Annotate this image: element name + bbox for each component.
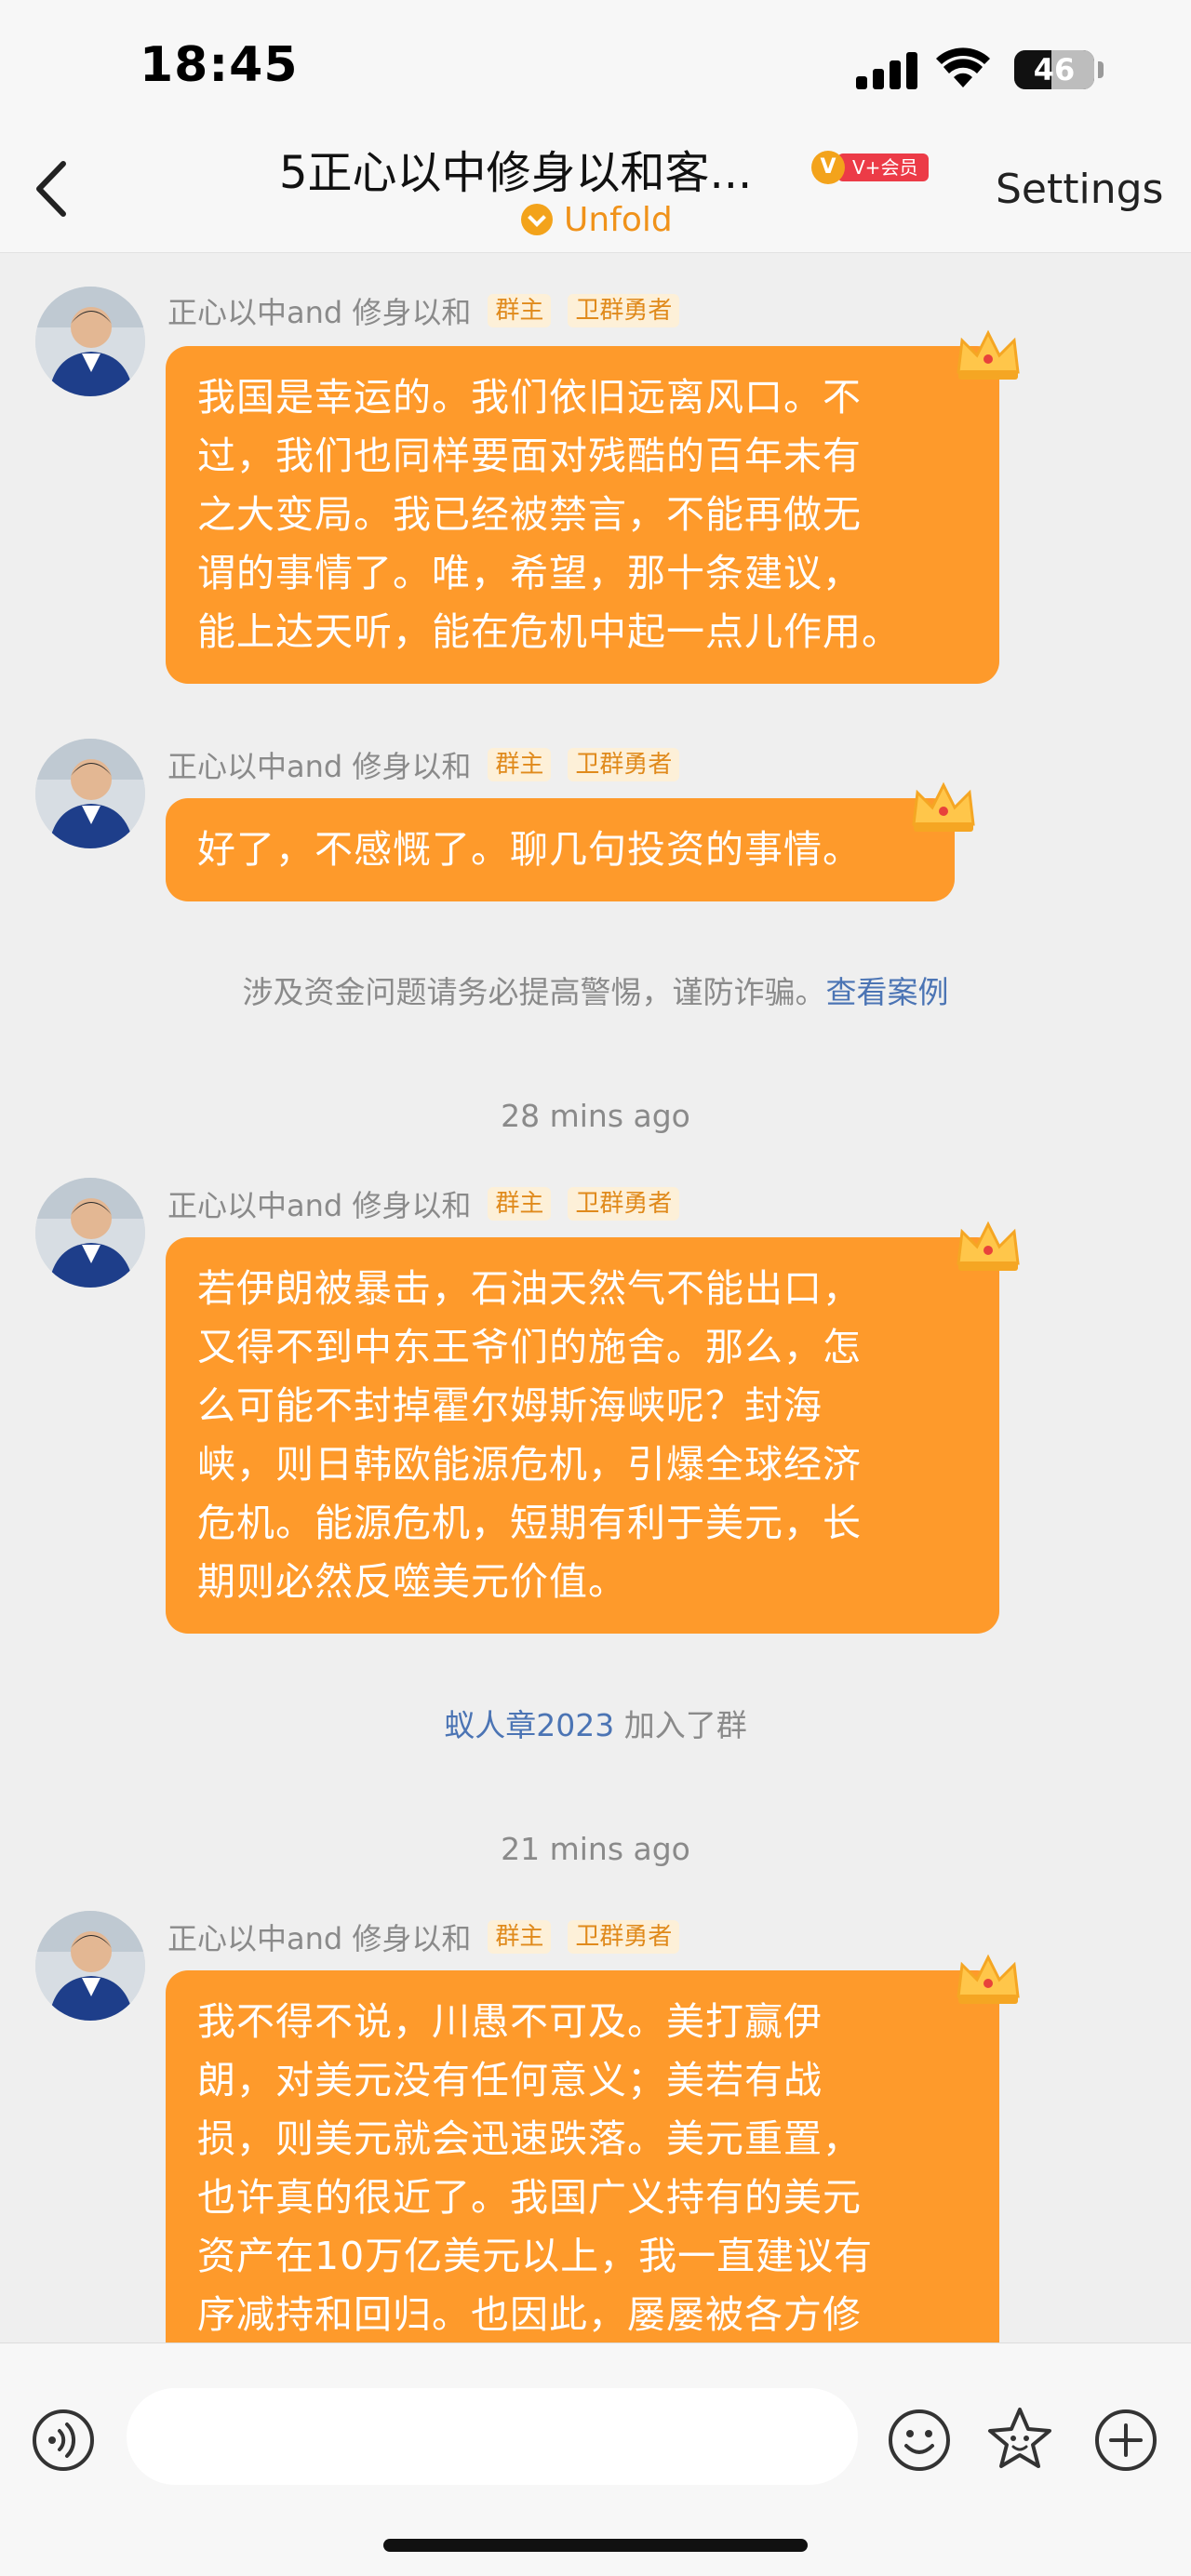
battery-tip (1098, 61, 1104, 78)
voice-icon[interactable] (32, 2409, 95, 2472)
message-line: 序减持和回归。也因此，屡屡被各方修 (197, 2292, 862, 2337)
status-time: 18:45 (140, 37, 299, 93)
message-input[interactable] (127, 2388, 858, 2485)
crown-icon (957, 329, 1020, 380)
avatar[interactable] (35, 1911, 145, 2021)
sender-name[interactable]: 正心以中and 修身以和 (167, 1182, 471, 1225)
message-line: 也许真的很近了。我国广义持有的美元 (197, 2175, 862, 2220)
avatar-photo (35, 1911, 145, 2021)
message-text: 我不得不说，川愚不可及。美打赢伊 朗，对美元没有任何意义；美若有战 损，则美元就… (166, 1970, 999, 2367)
chat-header: 5正心以中修身以和客... V V+会员 Unfold Settings (0, 130, 1191, 253)
message-line: 峡，则日韩欧能源危机，引爆全球经济 (197, 1442, 862, 1487)
message-bubble[interactable]: 我不得不说，川愚不可及。美打赢伊 朗，对美元没有任何意义；美若有战 损，则美元就… (166, 1970, 999, 2367)
wifi-icon (936, 47, 990, 87)
member-joined-notice: 蚁人章2023 加入了群 (0, 1701, 1191, 1745)
sender-header: 正心以中and 修身以和 群主 卫群勇者 (167, 289, 680, 332)
battery-icon: 46 (1014, 50, 1094, 89)
fraud-warning-text: 涉及资金问题请务必提高警惕，谨防诈骗。 (242, 974, 826, 1010)
home-indicator[interactable] (383, 2539, 808, 2552)
message-line: 朗，对美元没有任何意义；美若有战 (197, 2058, 823, 2102)
message-line: 期则必然反噬美元价值。 (197, 1559, 627, 1604)
avatar-photo (35, 739, 145, 848)
avatar[interactable] (35, 739, 145, 848)
battery-percentage: 46 (1033, 52, 1076, 87)
back-button[interactable] (26, 156, 82, 221)
role-tag-owner: 群主 (488, 1920, 552, 1954)
joined-action-text: 加入了群 (614, 1707, 747, 1743)
plus-icon[interactable] (1094, 2409, 1158, 2472)
settings-button[interactable]: Settings (996, 166, 1163, 213)
message-line: 好了，不感慨了。聊几句投资的事情。 (197, 827, 862, 872)
sender-header: 正心以中and 修身以和 群主 卫群勇者 (167, 1182, 680, 1225)
message-line: 我不得不说，川愚不可及。美打赢伊 (197, 1999, 823, 2044)
message-line: 之大变局。我已经被禁言，不能再做无 (197, 492, 862, 537)
role-tag-owner: 群主 (488, 748, 552, 781)
sender-name[interactable]: 正心以中and 修身以和 (167, 743, 471, 786)
crown-icon (912, 781, 975, 832)
unfold-button[interactable]: Unfold (521, 200, 673, 239)
cellular-signal-icon (856, 52, 919, 89)
avatar[interactable] (35, 1178, 145, 1288)
message-line: 若伊朗被暴击，石油天然气不能出口， (197, 1266, 862, 1311)
vip-logo-icon: V (811, 151, 845, 184)
group-title[interactable]: 5正心以中修身以和客... (279, 136, 752, 201)
timestamp: 28 mins ago (501, 1098, 690, 1134)
fraud-warning-notice: 涉及资金问题请务必提高警惕，谨防诈骗。查看案例 (0, 968, 1191, 1012)
message-text: 我国是幸运的。我们依旧远离风口。不 过，我们也同样要面对残酷的百年未有 之大变局… (166, 346, 999, 684)
role-tag-guardian: 卫群勇者 (568, 1187, 680, 1221)
unfold-label: Unfold (564, 200, 673, 239)
view-cases-link[interactable]: 查看案例 (826, 974, 949, 1010)
role-tag-owner: 群主 (488, 1187, 552, 1221)
timestamp: 21 mins ago (501, 1831, 690, 1867)
vip-label: V+会员 (837, 153, 930, 181)
message-line: 又得不到中东王爷们的施舍。那么，怎 (197, 1325, 862, 1369)
status-bar: 18:45 46 (0, 0, 1191, 130)
role-tag-guardian: 卫群勇者 (568, 1920, 680, 1954)
joined-member-name[interactable]: 蚁人章2023 (444, 1707, 614, 1743)
sender-name[interactable]: 正心以中and 修身以和 (167, 289, 471, 332)
crown-icon (957, 1954, 1020, 2004)
sender-header: 正心以中and 修身以和 群主 卫群勇者 (167, 1915, 680, 1958)
vip-badge[interactable]: V V+会员 (811, 149, 930, 186)
message-line: 谓的事情了。唯，希望，那十条建议， (197, 551, 862, 595)
role-tag-owner: 群主 (488, 294, 552, 327)
message-text: 若伊朗被暴击，石油天然气不能出口， 又得不到中东王爷们的施舍。那么，怎 么可能不… (166, 1237, 999, 1634)
message-line: 我国是幸运的。我们依旧远离风口。不 (197, 375, 862, 420)
sticker-icon[interactable] (986, 2405, 1053, 2472)
message-text: 好了，不感慨了。聊几句投资的事情。 (166, 798, 955, 901)
message-bubble[interactable]: 我国是幸运的。我们依旧远离风口。不 过，我们也同样要面对残酷的百年未有 之大变局… (166, 346, 999, 684)
message-line: 能上达天听，能在危机中起一点儿作用。 (197, 609, 901, 654)
crown-icon (957, 1221, 1020, 1271)
role-tag-guardian: 卫群勇者 (568, 748, 680, 781)
sender-header: 正心以中and 修身以和 群主 卫群勇者 (167, 743, 680, 786)
avatar[interactable] (35, 287, 145, 396)
message-bubble[interactable]: 若伊朗被暴击，石油天然气不能出口， 又得不到中东王爷们的施舍。那么，怎 么可能不… (166, 1237, 999, 1634)
message-line: 资产在10万亿美元以上，我一直建议有 (197, 2234, 874, 2278)
avatar-photo (35, 287, 145, 396)
message-line: 危机。能源危机，短期有利于美元，长 (197, 1501, 862, 1545)
message-line: 损，则美元就会迅速跌落。美元重置， (197, 2116, 862, 2161)
message-line: 过，我们也同样要面对残酷的百年未有 (197, 434, 862, 478)
message-bubble[interactable]: 好了，不感慨了。聊几句投资的事情。 (166, 798, 955, 901)
emoji-icon[interactable] (888, 2409, 951, 2472)
sender-name[interactable]: 正心以中and 修身以和 (167, 1915, 471, 1958)
avatar-photo (35, 1178, 145, 1288)
message-line: 么可能不封掉霍尔姆斯海峡呢？封海 (197, 1383, 823, 1428)
role-tag-guardian: 卫群勇者 (568, 294, 680, 327)
chevron-down-icon (521, 204, 553, 235)
